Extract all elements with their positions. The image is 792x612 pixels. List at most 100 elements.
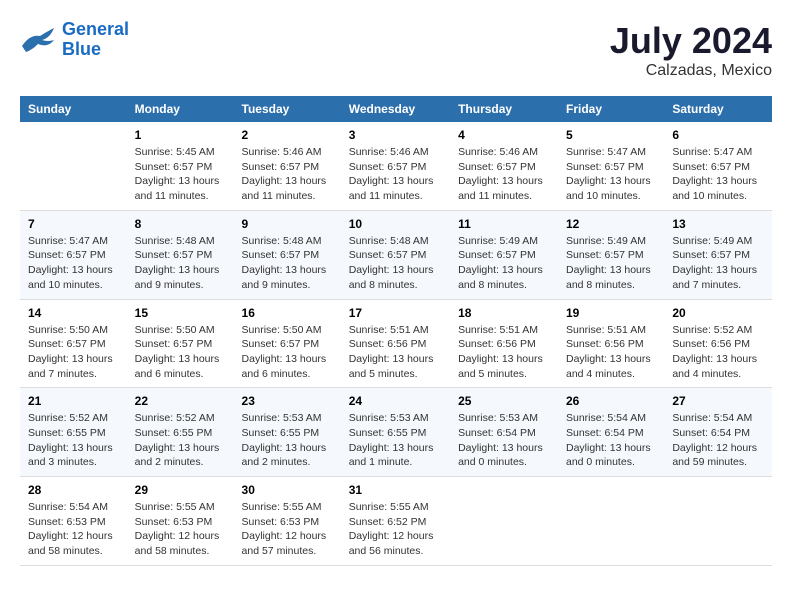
day-number: 13 [672,217,764,231]
day-info: Sunrise: 5:48 AMSunset: 6:57 PMDaylight:… [242,234,333,293]
day-number: 9 [242,217,333,231]
day-number: 15 [135,306,226,320]
calendar-cell: 27 Sunrise: 5:54 AMSunset: 6:54 PMDayligh… [664,388,772,477]
calendar-cell: 13 Sunrise: 5:49 AMSunset: 6:57 PMDayligh… [664,210,772,299]
location: Calzadas, Mexico [610,62,772,80]
day-info: Sunrise: 5:51 AMSunset: 6:56 PMDaylight:… [566,323,656,382]
header-tuesday: Tuesday [234,96,341,122]
day-number: 18 [458,306,550,320]
day-number: 29 [135,483,226,497]
page-header: General Blue July 2024 Calzadas, Mexico [20,20,772,80]
day-info: Sunrise: 5:46 AMSunset: 6:57 PMDaylight:… [242,145,333,204]
calendar-cell [450,477,558,566]
day-info: Sunrise: 5:55 AMSunset: 6:53 PMDaylight:… [242,500,333,559]
day-info: Sunrise: 5:49 AMSunset: 6:57 PMDaylight:… [672,234,764,293]
logo-icon [20,26,56,54]
calendar-cell [558,477,664,566]
calendar-cell: 6 Sunrise: 5:47 AMSunset: 6:57 PMDaylight… [664,122,772,210]
logo-name-part2: Blue [62,39,101,59]
header-saturday: Saturday [664,96,772,122]
day-info: Sunrise: 5:51 AMSunset: 6:56 PMDaylight:… [349,323,442,382]
header-thursday: Thursday [450,96,558,122]
calendar-cell: 25Sunrise: 5:53 AMSunset: 6:54 PMDayligh… [450,388,558,477]
calendar-cell: 4Sunrise: 5:46 AMSunset: 6:57 PMDaylight… [450,122,558,210]
day-info: Sunrise: 5:51 AMSunset: 6:56 PMDaylight:… [458,323,550,382]
day-info: Sunrise: 5:47 AMSunset: 6:57 PMDaylight:… [28,234,119,293]
calendar-cell [664,477,772,566]
day-info: Sunrise: 5:55 AMSunset: 6:52 PMDaylight:… [349,500,442,559]
calendar-cell: 19 Sunrise: 5:51 AMSunset: 6:56 PMDayligh… [558,299,664,388]
day-info: Sunrise: 5:47 AMSunset: 6:57 PMDaylight:… [566,145,656,204]
header-monday: Monday [127,96,234,122]
day-number: 31 [349,483,442,497]
header-friday: Friday [558,96,664,122]
week-row-5: 28 Sunrise: 5:54 AMSunset: 6:53 PMDayligh… [20,477,772,566]
month-title: July 2024 [610,20,772,62]
day-info: Sunrise: 5:47 AMSunset: 6:57 PMDaylight:… [672,145,764,204]
header-wednesday: Wednesday [341,96,450,122]
calendar-table: SundayMondayTuesdayWednesdayThursdayFrid… [20,96,772,566]
calendar-cell: 12Sunrise: 5:49 AMSunset: 6:57 PMDayligh… [558,210,664,299]
day-info: Sunrise: 5:53 AMSunset: 6:55 PMDaylight:… [242,411,333,470]
calendar-cell: 22 Sunrise: 5:52 AMSunset: 6:55 PMDayligh… [127,388,234,477]
day-info: Sunrise: 5:54 AMSunset: 6:54 PMDaylight:… [672,411,764,470]
calendar-cell: 14Sunrise: 5:50 AMSunset: 6:57 PMDayligh… [20,299,127,388]
calendar-cell: 15 Sunrise: 5:50 AMSunset: 6:57 PMDayligh… [127,299,234,388]
day-number: 19 [566,306,656,320]
day-info: Sunrise: 5:49 AMSunset: 6:57 PMDaylight:… [566,234,656,293]
calendar-header-row: SundayMondayTuesdayWednesdayThursdayFrid… [20,96,772,122]
calendar-cell: 7 Sunrise: 5:47 AMSunset: 6:57 PMDaylight… [20,210,127,299]
day-number: 27 [672,394,764,408]
calendar-cell: 17 Sunrise: 5:51 AMSunset: 6:56 PMDayligh… [341,299,450,388]
title-block: July 2024 Calzadas, Mexico [610,20,772,80]
calendar-cell: 11Sunrise: 5:49 AMSunset: 6:57 PMDayligh… [450,210,558,299]
day-number: 30 [242,483,333,497]
day-number: 22 [135,394,226,408]
day-info: Sunrise: 5:45 AMSunset: 6:57 PMDaylight:… [135,145,226,204]
calendar-cell: 23 Sunrise: 5:53 AMSunset: 6:55 PMDayligh… [234,388,341,477]
day-number: 21 [28,394,119,408]
logo: General Blue [20,20,129,60]
header-sunday: Sunday [20,96,127,122]
day-number: 2 [242,128,333,142]
week-row-1: 1 Sunrise: 5:45 AMSunset: 6:57 PMDaylight… [20,122,772,210]
calendar-cell: 1 Sunrise: 5:45 AMSunset: 6:57 PMDaylight… [127,122,234,210]
calendar-cell: 20Sunrise: 5:52 AMSunset: 6:56 PMDayligh… [664,299,772,388]
calendar-cell: 10Sunrise: 5:48 AMSunset: 6:57 PMDayligh… [341,210,450,299]
day-number: 17 [349,306,442,320]
week-row-4: 21 Sunrise: 5:52 AMSunset: 6:55 PMDayligh… [20,388,772,477]
calendar-cell: 5 Sunrise: 5:47 AMSunset: 6:57 PMDaylight… [558,122,664,210]
calendar-cell: 31 Sunrise: 5:55 AMSunset: 6:52 PMDayligh… [341,477,450,566]
day-number: 10 [349,217,442,231]
day-number: 6 [672,128,764,142]
calendar-cell: 30 Sunrise: 5:55 AMSunset: 6:53 PMDayligh… [234,477,341,566]
day-number: 4 [458,128,550,142]
logo-text: General Blue [62,20,129,60]
calendar-cell: 8 Sunrise: 5:48 AMSunset: 6:57 PMDaylight… [127,210,234,299]
logo-name-part1: General [62,19,129,39]
day-number: 23 [242,394,333,408]
day-number: 7 [28,217,119,231]
day-info: Sunrise: 5:54 AMSunset: 6:54 PMDaylight:… [566,411,656,470]
day-info: Sunrise: 5:50 AMSunset: 6:57 PMDaylight:… [135,323,226,382]
day-number: 5 [566,128,656,142]
calendar-cell: 26Sunrise: 5:54 AMSunset: 6:54 PMDayligh… [558,388,664,477]
day-info: Sunrise: 5:52 AMSunset: 6:56 PMDaylight:… [672,323,764,382]
day-number: 11 [458,217,550,231]
week-row-3: 14Sunrise: 5:50 AMSunset: 6:57 PMDayligh… [20,299,772,388]
day-number: 24 [349,394,442,408]
day-info: Sunrise: 5:52 AMSunset: 6:55 PMDaylight:… [28,411,119,470]
day-info: Sunrise: 5:48 AMSunset: 6:57 PMDaylight:… [135,234,226,293]
calendar-cell: 2 Sunrise: 5:46 AMSunset: 6:57 PMDaylight… [234,122,341,210]
day-info: Sunrise: 5:46 AMSunset: 6:57 PMDaylight:… [349,145,442,204]
week-row-2: 7 Sunrise: 5:47 AMSunset: 6:57 PMDaylight… [20,210,772,299]
day-number: 28 [28,483,119,497]
calendar-cell: 28 Sunrise: 5:54 AMSunset: 6:53 PMDayligh… [20,477,127,566]
day-number: 8 [135,217,226,231]
day-info: Sunrise: 5:54 AMSunset: 6:53 PMDaylight:… [28,500,119,559]
calendar-cell [20,122,127,210]
calendar-cell: 21 Sunrise: 5:52 AMSunset: 6:55 PMDayligh… [20,388,127,477]
calendar-cell: 16Sunrise: 5:50 AMSunset: 6:57 PMDayligh… [234,299,341,388]
day-info: Sunrise: 5:52 AMSunset: 6:55 PMDaylight:… [135,411,226,470]
day-number: 1 [135,128,226,142]
